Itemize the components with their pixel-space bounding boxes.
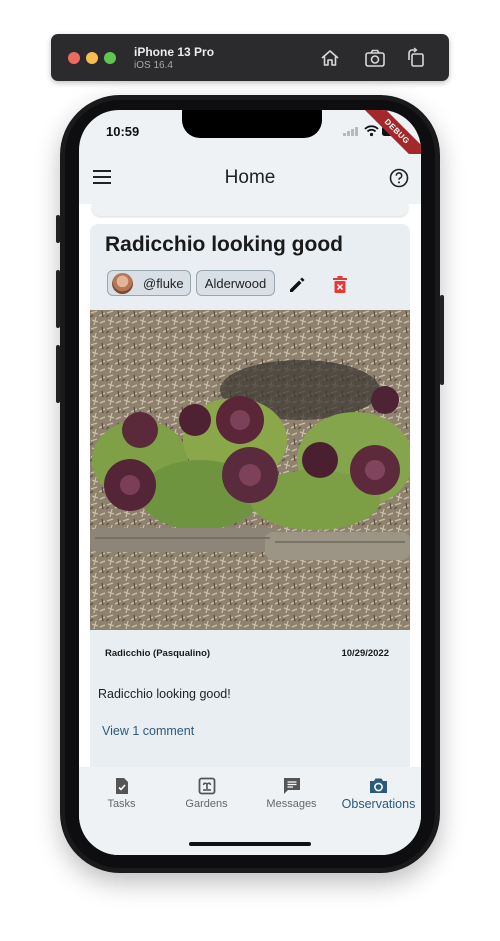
volume-up-button [56, 270, 60, 328]
volume-down-button [56, 345, 60, 403]
bottom-navigation: Tasks Gardens Messages Observations [79, 767, 421, 855]
observation-card: Radicchio looking good @fluke Alderwood [90, 224, 410, 767]
zoom-window-button[interactable] [104, 52, 116, 64]
nav-gardens[interactable]: Gardens [164, 777, 249, 810]
simulator-toolbar: iPhone 13 Pro iOS 16.4 [51, 34, 449, 81]
plant-name: Radicchio (Pasqualino) [105, 648, 211, 659]
user-chip[interactable]: @fluke [107, 270, 191, 296]
observation-date: 10/29/2022 [341, 648, 389, 659]
nav-tasks-label: Tasks [107, 798, 136, 810]
edit-icon[interactable] [288, 276, 306, 294]
nav-tasks[interactable]: Tasks [79, 777, 164, 810]
tasks-icon [115, 778, 128, 794]
screenshot-icon[interactable] [364, 47, 386, 69]
home-indicator[interactable] [189, 842, 311, 846]
nav-gardens-label: Gardens [185, 798, 228, 810]
home-icon[interactable] [319, 47, 341, 69]
observation-photo [90, 310, 410, 630]
status-time: 10:59 [106, 124, 140, 139]
phone-screen: 10:59 DEBUG Home Radicchio looking good [79, 110, 421, 855]
help-icon[interactable] [389, 168, 409, 188]
view-comments-link[interactable]: View 1 comment [102, 724, 194, 738]
nav-messages-label: Messages [266, 798, 317, 810]
garden-chip[interactable]: Alderwood [196, 270, 275, 296]
nav-observations[interactable]: Observations [336, 777, 421, 811]
gardens-icon [198, 777, 215, 795]
garden-chip-label: Alderwood [204, 276, 267, 291]
nav-observations-label: Observations [341, 797, 416, 811]
user-chip-label: @fluke [143, 276, 184, 291]
minimize-window-button[interactable] [86, 52, 98, 64]
observation-description: Radicchio looking good! [98, 687, 231, 701]
simulator-device-name: iPhone 13 Pro [134, 45, 215, 59]
previous-card [92, 204, 408, 216]
simulator-os-version: iOS 16.4 [134, 60, 173, 71]
rotate-icon[interactable] [405, 47, 427, 69]
notch [182, 110, 322, 138]
camera-icon [370, 778, 387, 793]
messages-icon [283, 778, 300, 794]
app-bar: Home [79, 154, 421, 204]
silent-switch [56, 215, 60, 243]
observation-title: Radicchio looking good [105, 233, 343, 256]
observations-list[interactable]: Radicchio looking good @fluke Alderwood [79, 204, 421, 767]
nav-messages[interactable]: Messages [249, 777, 334, 810]
avatar [112, 273, 133, 294]
page-title: Home [224, 167, 276, 188]
close-window-button[interactable] [68, 52, 80, 64]
power-button [440, 295, 444, 385]
delete-icon[interactable] [333, 276, 347, 293]
